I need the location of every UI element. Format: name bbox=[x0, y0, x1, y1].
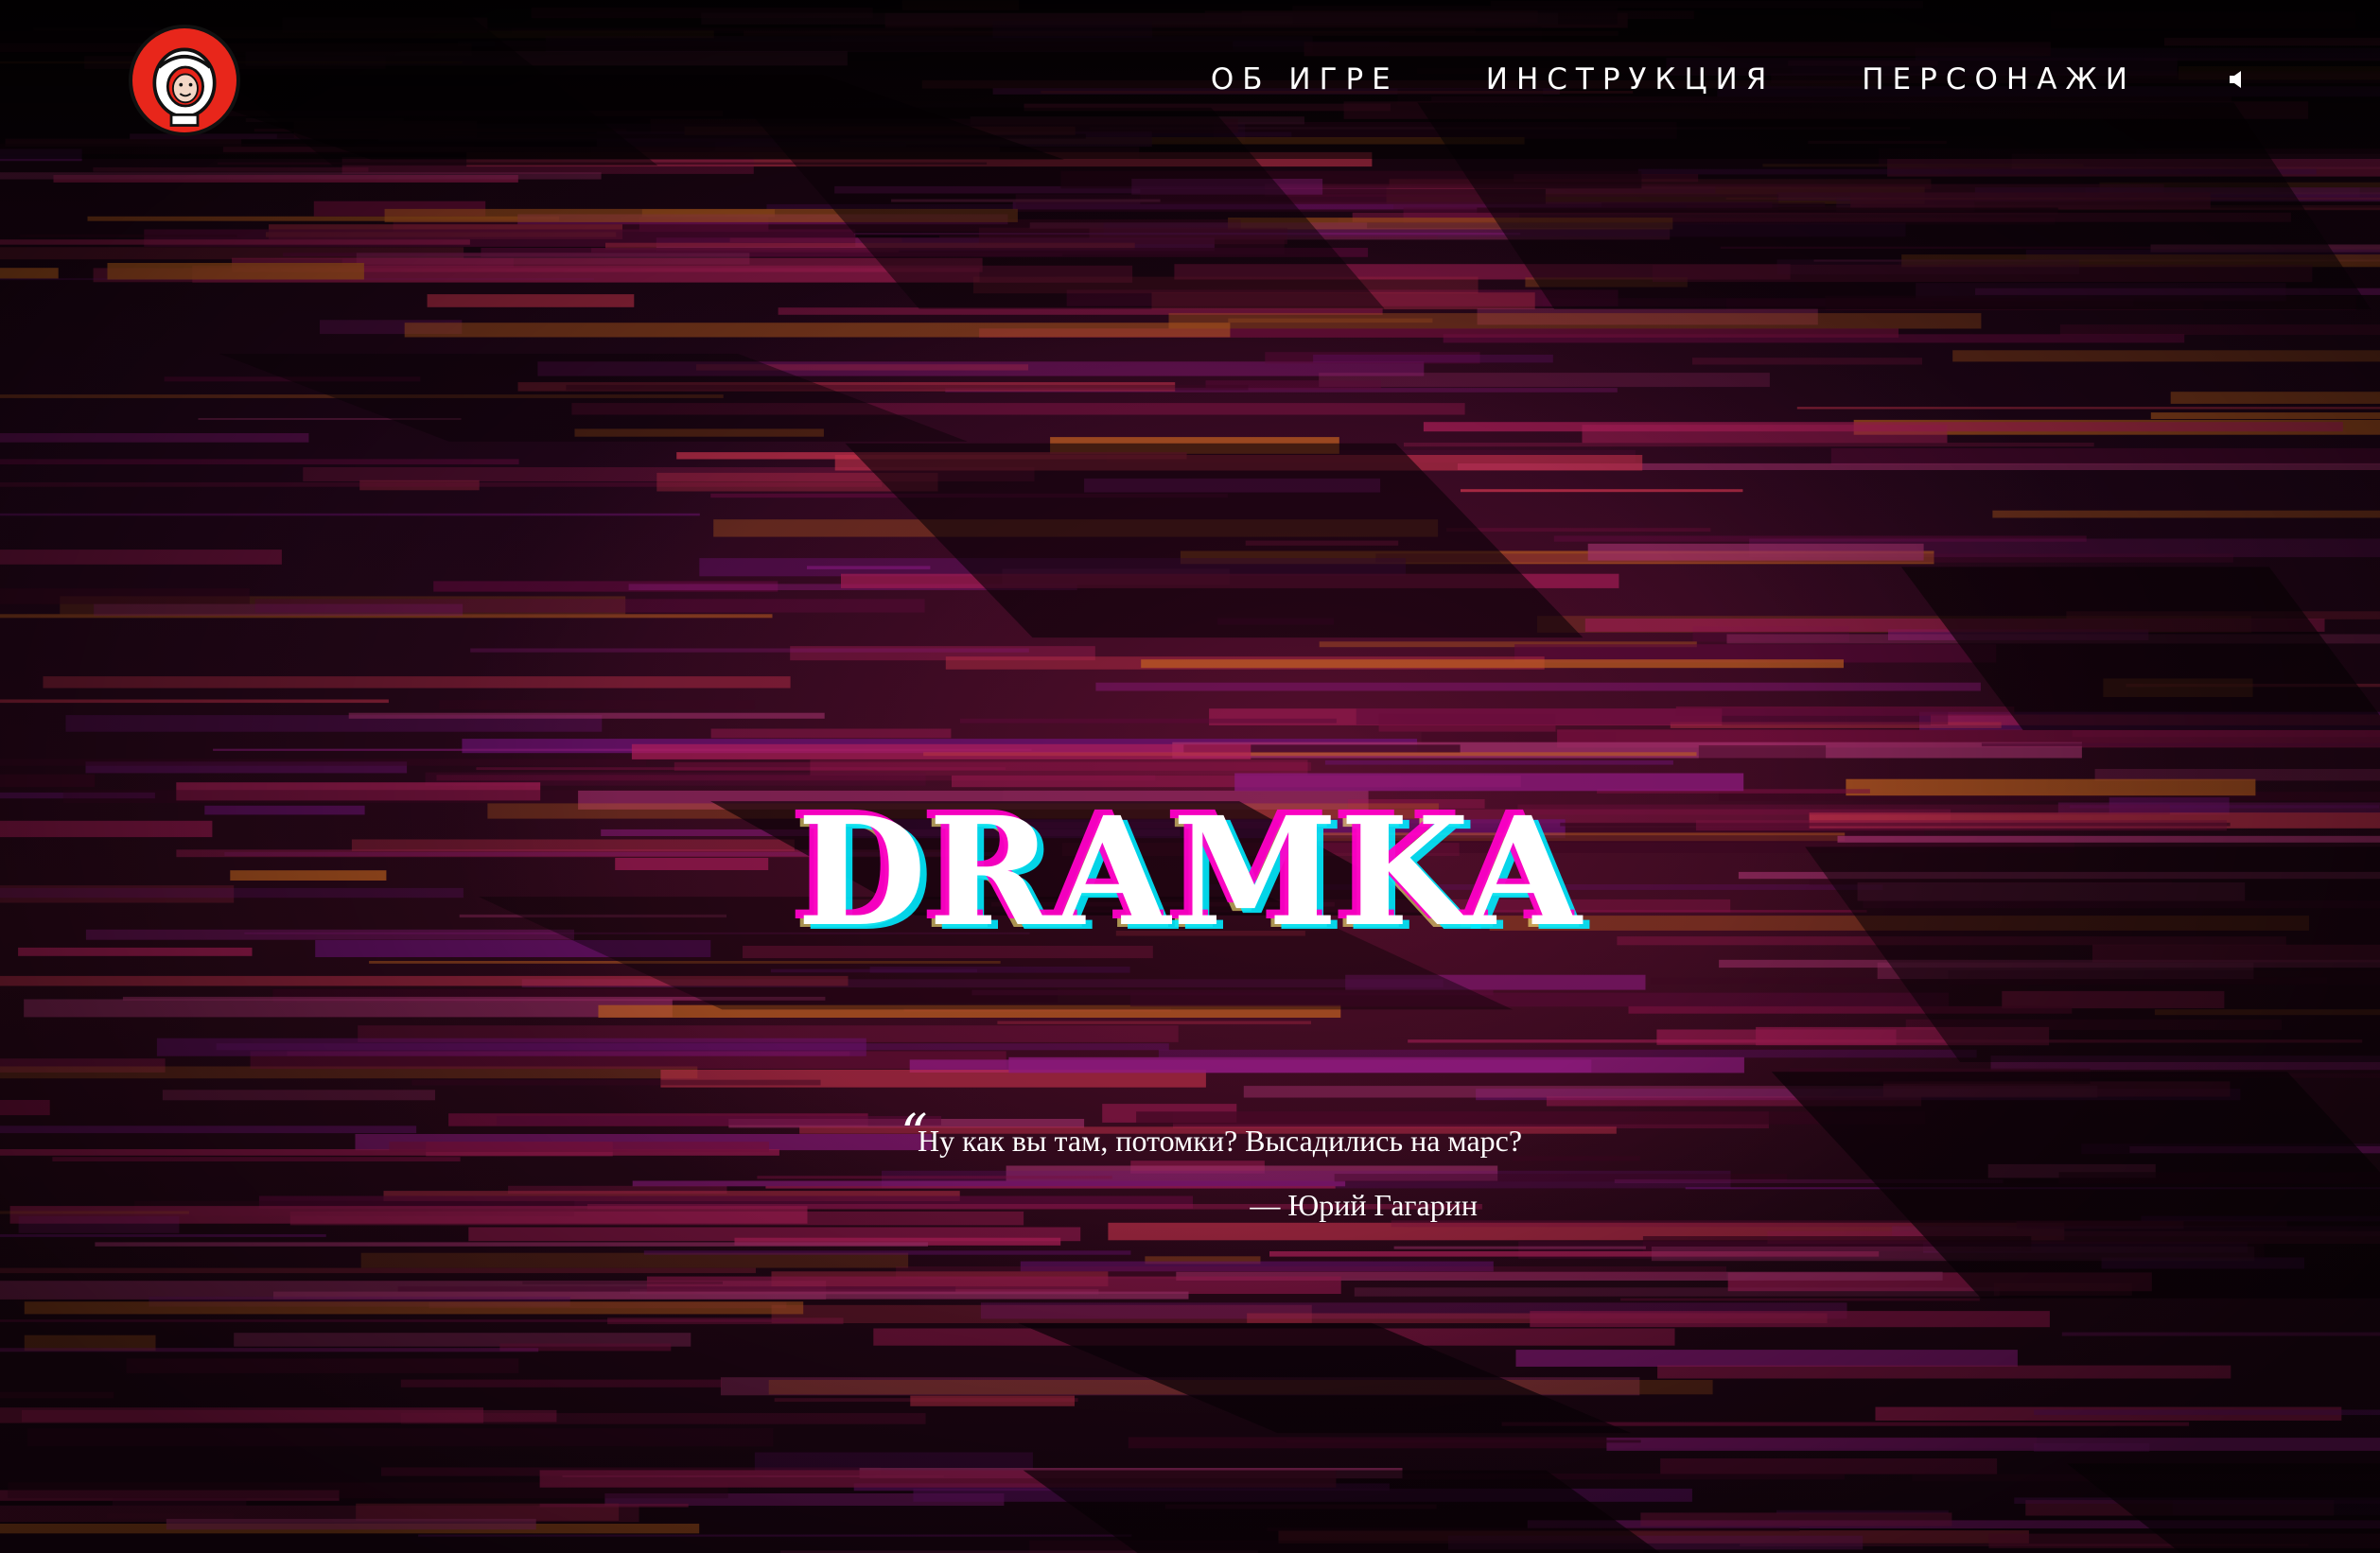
game-title: DRAMKA bbox=[796, 784, 1584, 960]
nav-item-instructions[interactable]: ИНСТРУКЦИЯ bbox=[1486, 62, 1775, 96]
quote-mark: “ bbox=[901, 1104, 928, 1165]
nav-item-characters[interactable]: ПЕРСОНАЖИ bbox=[1862, 62, 2136, 96]
top-header: ОБ ИГРЕ ИНСТРУКЦИЯ ПЕРСОНАЖИ bbox=[0, 0, 2380, 159]
glitch-background bbox=[0, 0, 2380, 1553]
quote-block: “ Ну как вы там, потомки? Высадились на … bbox=[901, 1108, 1525, 1223]
speaker-icon[interactable] bbox=[2223, 65, 2251, 94]
nav-item-about-game[interactable]: ОБ ИГРЕ bbox=[1211, 62, 1399, 96]
quote-text: Ну как вы там, потомки? Высадились на ма… bbox=[918, 1124, 1523, 1158]
logo-astronaut-icon[interactable] bbox=[129, 25, 240, 136]
quote-author: — Юрий Гагарин bbox=[1250, 1187, 1478, 1222]
main-nav: ОБ ИГРЕ ИНСТРУКЦИЯ ПЕРСОНАЖИ bbox=[1211, 0, 2380, 159]
page: ОБ ИГРЕ ИНСТРУКЦИЯ ПЕРСОНАЖИ DRAMKA “ Ну… bbox=[0, 0, 2380, 1553]
